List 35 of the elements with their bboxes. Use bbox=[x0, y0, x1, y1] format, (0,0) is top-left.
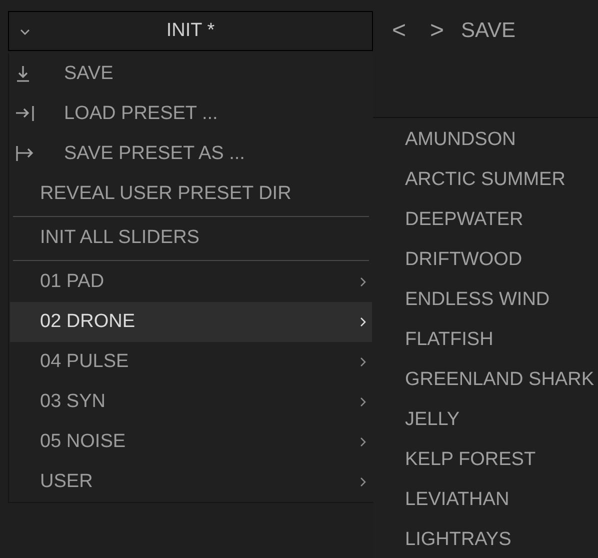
preset-item[interactable]: DRIFTWOOD bbox=[373, 240, 598, 280]
chevron-right-icon bbox=[360, 477, 366, 487]
preset-dropdown[interactable]: INIT * bbox=[8, 11, 373, 51]
preset-item[interactable]: DEEPWATER bbox=[373, 200, 598, 240]
menu-item[interactable]: 03 SYN bbox=[10, 382, 372, 422]
menu-item[interactable]: 02 DRONE bbox=[10, 302, 372, 342]
next-button[interactable]: > bbox=[423, 13, 451, 49]
menu-item[interactable]: REVEAL USER PRESET DIR bbox=[10, 174, 372, 214]
preset-item[interactable]: ENDLESS WIND bbox=[373, 280, 598, 320]
menu-item[interactable]: INIT ALL SLIDERS bbox=[10, 218, 372, 258]
menu-item[interactable]: SAVE bbox=[10, 54, 372, 94]
preset-item[interactable]: GREENLAND SHARK bbox=[373, 360, 598, 400]
arrow-to-bar-icon bbox=[15, 104, 35, 123]
preset-item[interactable]: ARCTIC SUMMER bbox=[373, 160, 598, 200]
chevron-right-icon bbox=[360, 437, 366, 447]
menu-item[interactable]: LOAD PRESET ... bbox=[10, 94, 372, 134]
chevron-right-icon bbox=[360, 357, 366, 367]
previous-button[interactable]: < bbox=[385, 13, 413, 49]
chevron-right-icon bbox=[360, 277, 366, 287]
preset-item[interactable]: JELLY bbox=[373, 400, 598, 440]
chevron-right-icon bbox=[360, 397, 366, 407]
preset-item[interactable]: LEVIATHAN bbox=[373, 480, 598, 520]
preset-item[interactable]: FLATFISH bbox=[373, 320, 598, 360]
menu-item[interactable]: SAVE PRESET AS ... bbox=[10, 134, 372, 174]
chevron-right-icon bbox=[360, 317, 366, 327]
menu-item[interactable]: 01 PAD bbox=[10, 262, 372, 302]
save-button[interactable]: SAVE bbox=[461, 15, 516, 47]
preset-item[interactable]: AMUNDSON bbox=[373, 120, 598, 160]
preset-item[interactable]: LIGHTRAYS bbox=[373, 520, 598, 558]
bar-arrow-icon bbox=[15, 144, 35, 163]
menu-item[interactable]: USER bbox=[10, 462, 372, 502]
chevron-down-icon bbox=[20, 29, 30, 35]
menu-item[interactable]: 05 NOISE bbox=[10, 422, 372, 462]
preset-item[interactable]: KELP FOREST bbox=[373, 440, 598, 480]
menu-item[interactable]: 04 PULSE bbox=[10, 342, 372, 382]
